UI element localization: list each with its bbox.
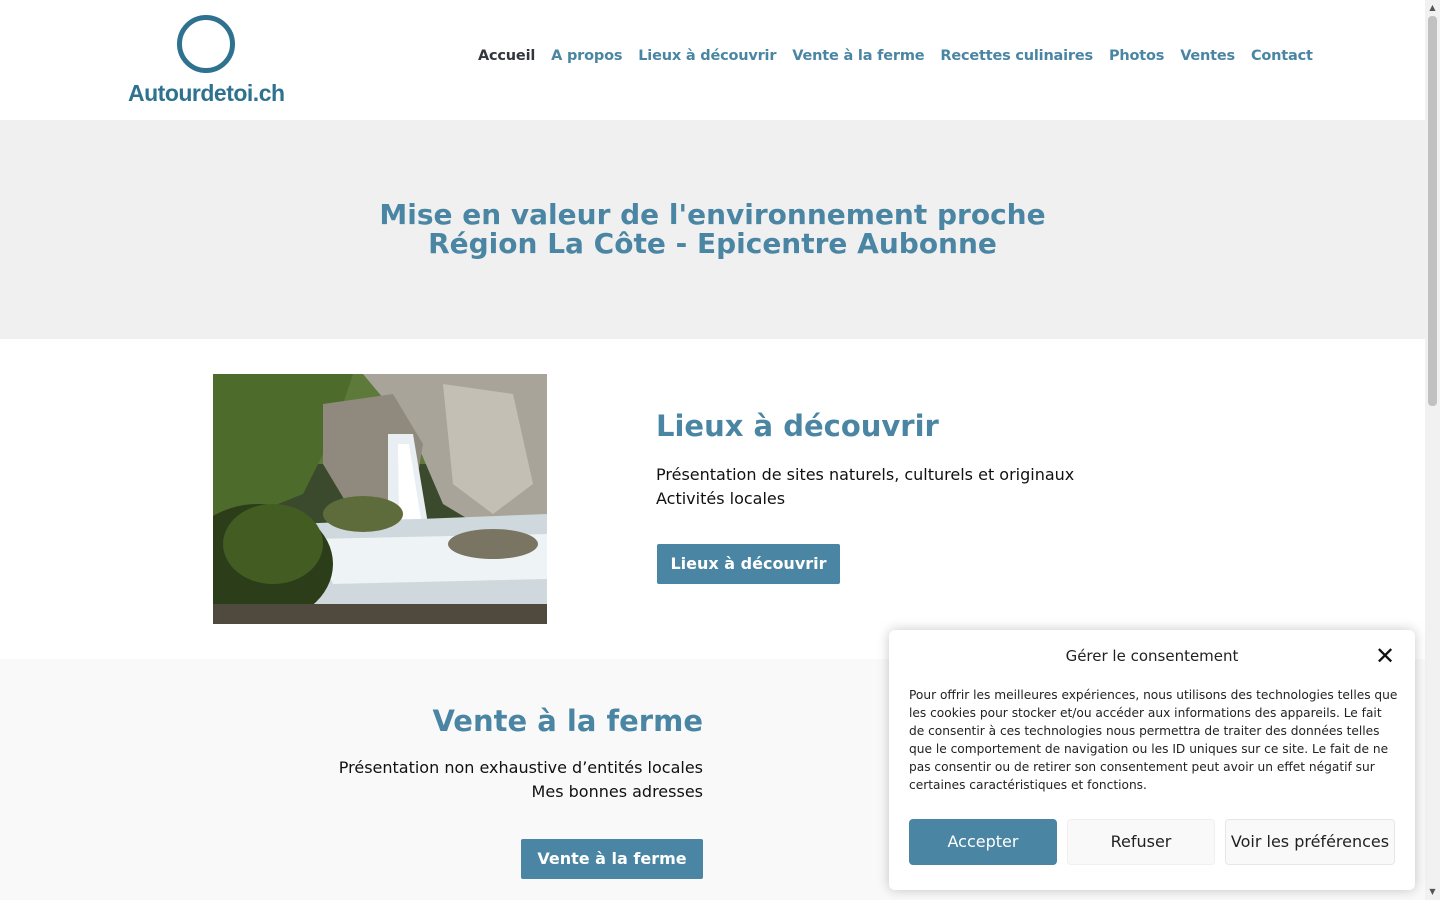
hero-title: Mise en valeur de l'environnement proche… [0, 200, 1425, 258]
section-lieux-text: Présentation de sites naturels, culturel… [656, 463, 1074, 511]
nav-item-a-propos[interactable]: A propos [543, 48, 630, 64]
section-lieux-line1: Présentation de sites naturels, culturel… [656, 465, 1075, 484]
refuse-button[interactable]: Refuser [1067, 819, 1215, 865]
section-lieux-title: Lieux à découvrir [656, 409, 939, 443]
section-vente-text: Présentation non exhaustive d’entités lo… [339, 756, 703, 804]
site-header: Autourdetoi.ch Accueil A propos Lieux à … [0, 0, 1425, 120]
scroll-up-arrow-icon[interactable]: ▲ [1425, 2, 1440, 14]
section-vente-line1: Présentation non exhaustive d’entités lo… [338, 758, 703, 777]
site-logo[interactable]: Autourdetoi.ch [128, 12, 288, 108]
cookie-consent-dialog: Gérer le consentement ✕ Pour offrir les … [889, 630, 1415, 890]
logo-text: Autourdetoi.ch [128, 80, 285, 106]
nav-item-photos[interactable]: Photos [1101, 48, 1172, 64]
nav-item-contact[interactable]: Contact [1243, 48, 1321, 64]
section-vente-line2: Mes bonnes adresses [531, 782, 703, 801]
vente-button[interactable]: Vente à la ferme [521, 839, 703, 879]
preferences-button[interactable]: Voir les préférences [1225, 819, 1395, 865]
consent-description: Pour offrir les meilleures expériences, … [909, 688, 1398, 792]
nav-item-lieux[interactable]: Lieux à découvrir [630, 48, 784, 64]
hero-title-line2: Région La Côte - Epicentre Aubonne [428, 227, 997, 260]
section-lieux: Lieux à découvrir Présentation de sites … [0, 339, 1425, 659]
main-navigation: Accueil A propos Lieux à découvrir Vente… [470, 48, 1321, 64]
page-scrollbar[interactable]: ▲ ▼ [1425, 0, 1440, 900]
scroll-down-arrow-icon[interactable]: ▼ [1425, 886, 1440, 898]
nav-item-vente-ferme[interactable]: Vente à la ferme [784, 48, 932, 64]
logo-circle-icon [177, 15, 235, 73]
section-lieux-line2: Activités locales [656, 489, 786, 508]
consent-title: Gérer le consentement [1065, 647, 1239, 665]
nav-item-accueil[interactable]: Accueil [470, 48, 543, 64]
nav-item-recettes[interactable]: Recettes culinaires [932, 48, 1101, 64]
accept-button[interactable]: Accepter [909, 819, 1057, 865]
lieux-button[interactable]: Lieux à découvrir [657, 544, 840, 584]
scrollbar-thumb[interactable] [1428, 16, 1437, 406]
nav-item-ventes[interactable]: Ventes [1172, 48, 1243, 64]
close-icon[interactable]: ✕ [1375, 644, 1395, 668]
section-vente-title: Vente à la ferme [432, 704, 703, 738]
waterfall-photo [213, 374, 547, 624]
hero-banner: Mise en valeur de l'environnement proche… [0, 120, 1425, 339]
